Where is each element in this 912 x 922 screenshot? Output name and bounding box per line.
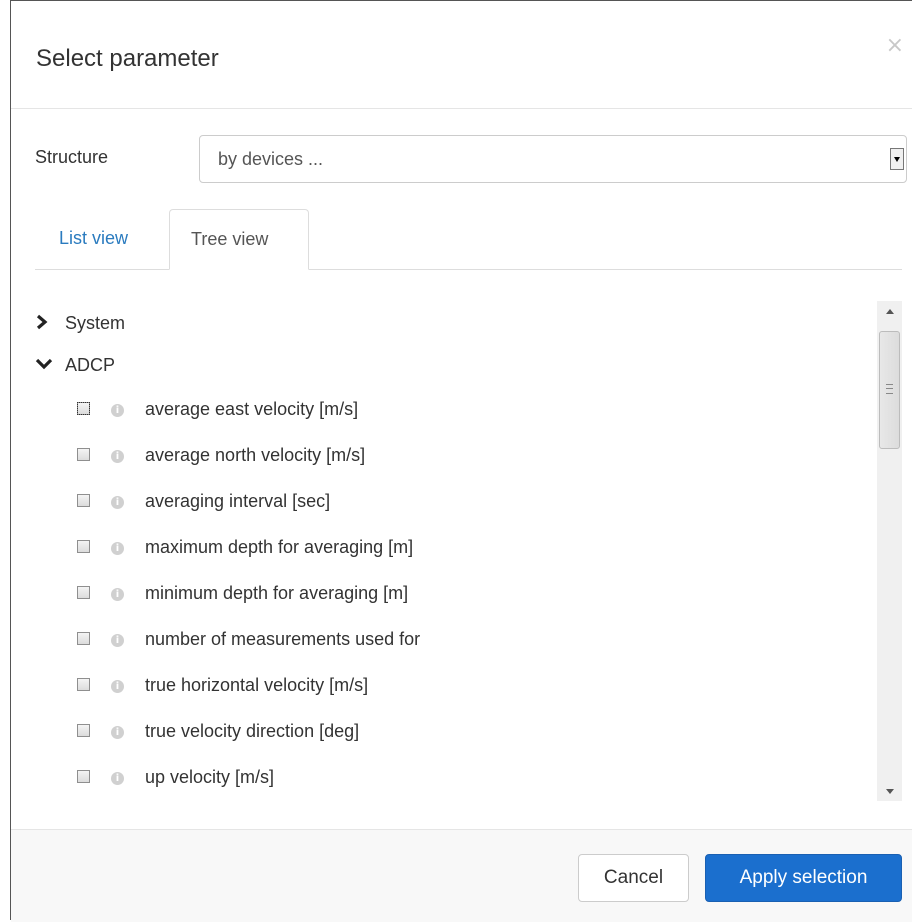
parameter-label: averaging interval [sec] bbox=[145, 491, 331, 511]
parameter-label: up velocity [m/s] bbox=[145, 767, 275, 787]
info-icon[interactable]: i bbox=[111, 404, 124, 417]
dialog-title: Select parameter bbox=[36, 45, 219, 72]
info-icon[interactable]: i bbox=[111, 772, 124, 785]
parameter-label: true horizontal velocity [m/s] bbox=[145, 675, 369, 695]
cancel-button[interactable]: Cancel bbox=[578, 854, 689, 902]
info-icon[interactable]: i bbox=[111, 542, 124, 555]
checkbox[interactable] bbox=[77, 540, 90, 553]
info-icon[interactable]: i bbox=[111, 726, 124, 739]
info-icon[interactable]: i bbox=[111, 450, 124, 463]
info-icon[interactable]: i bbox=[111, 680, 124, 693]
tab-list-view[interactable]: List view bbox=[35, 209, 169, 269]
apply-selection-button[interactable]: Apply selection bbox=[705, 854, 902, 902]
checkbox[interactable] bbox=[77, 632, 90, 645]
chevron-right-icon[interactable] bbox=[35, 313, 55, 331]
tree-node-adcp[interactable]: ADCP bbox=[35, 355, 115, 376]
tree-node-system[interactable]: System bbox=[35, 313, 125, 334]
parameter-label: average east velocity [m/s] bbox=[145, 399, 359, 419]
structure-label: Structure bbox=[35, 147, 109, 167]
structure-select[interactable]: by devices ... bbox=[199, 135, 907, 183]
checkbox[interactable] bbox=[77, 586, 90, 599]
parameter-label: maximum depth for averaging [m] bbox=[145, 537, 414, 557]
scroll-up-arrow-icon[interactable] bbox=[877, 301, 902, 321]
info-icon[interactable]: i bbox=[111, 588, 124, 601]
parameter-label: true velocity direction [deg] bbox=[145, 721, 360, 741]
checkbox[interactable] bbox=[77, 724, 90, 737]
tab-tree-view[interactable]: Tree view bbox=[169, 209, 309, 270]
info-icon[interactable]: i bbox=[111, 496, 124, 509]
checkbox[interactable] bbox=[77, 494, 90, 507]
tree-node-label: System bbox=[65, 313, 126, 333]
dialog-header: Select parameter × bbox=[11, 1, 912, 109]
parameter-label: minimum depth for averaging [m] bbox=[145, 583, 409, 603]
select-parameter-dialog: Select parameter × Structure by devices … bbox=[10, 0, 912, 922]
scrollbar-thumb[interactable] bbox=[879, 331, 900, 449]
parameter-label: average north velocity [m/s] bbox=[145, 445, 366, 465]
checkbox[interactable] bbox=[77, 402, 90, 415]
checkbox[interactable] bbox=[77, 678, 90, 691]
dialog-footer: Cancel Apply selection bbox=[11, 829, 912, 922]
tree-node-label: ADCP bbox=[65, 355, 116, 375]
parameter-tree: System ADCP i average east velocity [m/s… bbox=[35, 301, 903, 803]
view-tabs: List view Tree view bbox=[35, 209, 902, 270]
info-icon[interactable]: i bbox=[111, 634, 124, 647]
grip-icon bbox=[886, 384, 893, 394]
checkbox[interactable] bbox=[77, 770, 90, 783]
chevron-down-icon[interactable] bbox=[890, 148, 904, 170]
scroll-down-arrow-icon[interactable] bbox=[877, 781, 902, 801]
tree-scrollbar[interactable] bbox=[877, 301, 902, 801]
close-icon[interactable]: × bbox=[886, 33, 904, 58]
parameter-label: number of measurements used for bbox=[145, 629, 421, 649]
structure-select-value: by devices ... bbox=[218, 149, 324, 169]
chevron-down-icon[interactable] bbox=[35, 355, 55, 373]
checkbox[interactable] bbox=[77, 448, 90, 461]
